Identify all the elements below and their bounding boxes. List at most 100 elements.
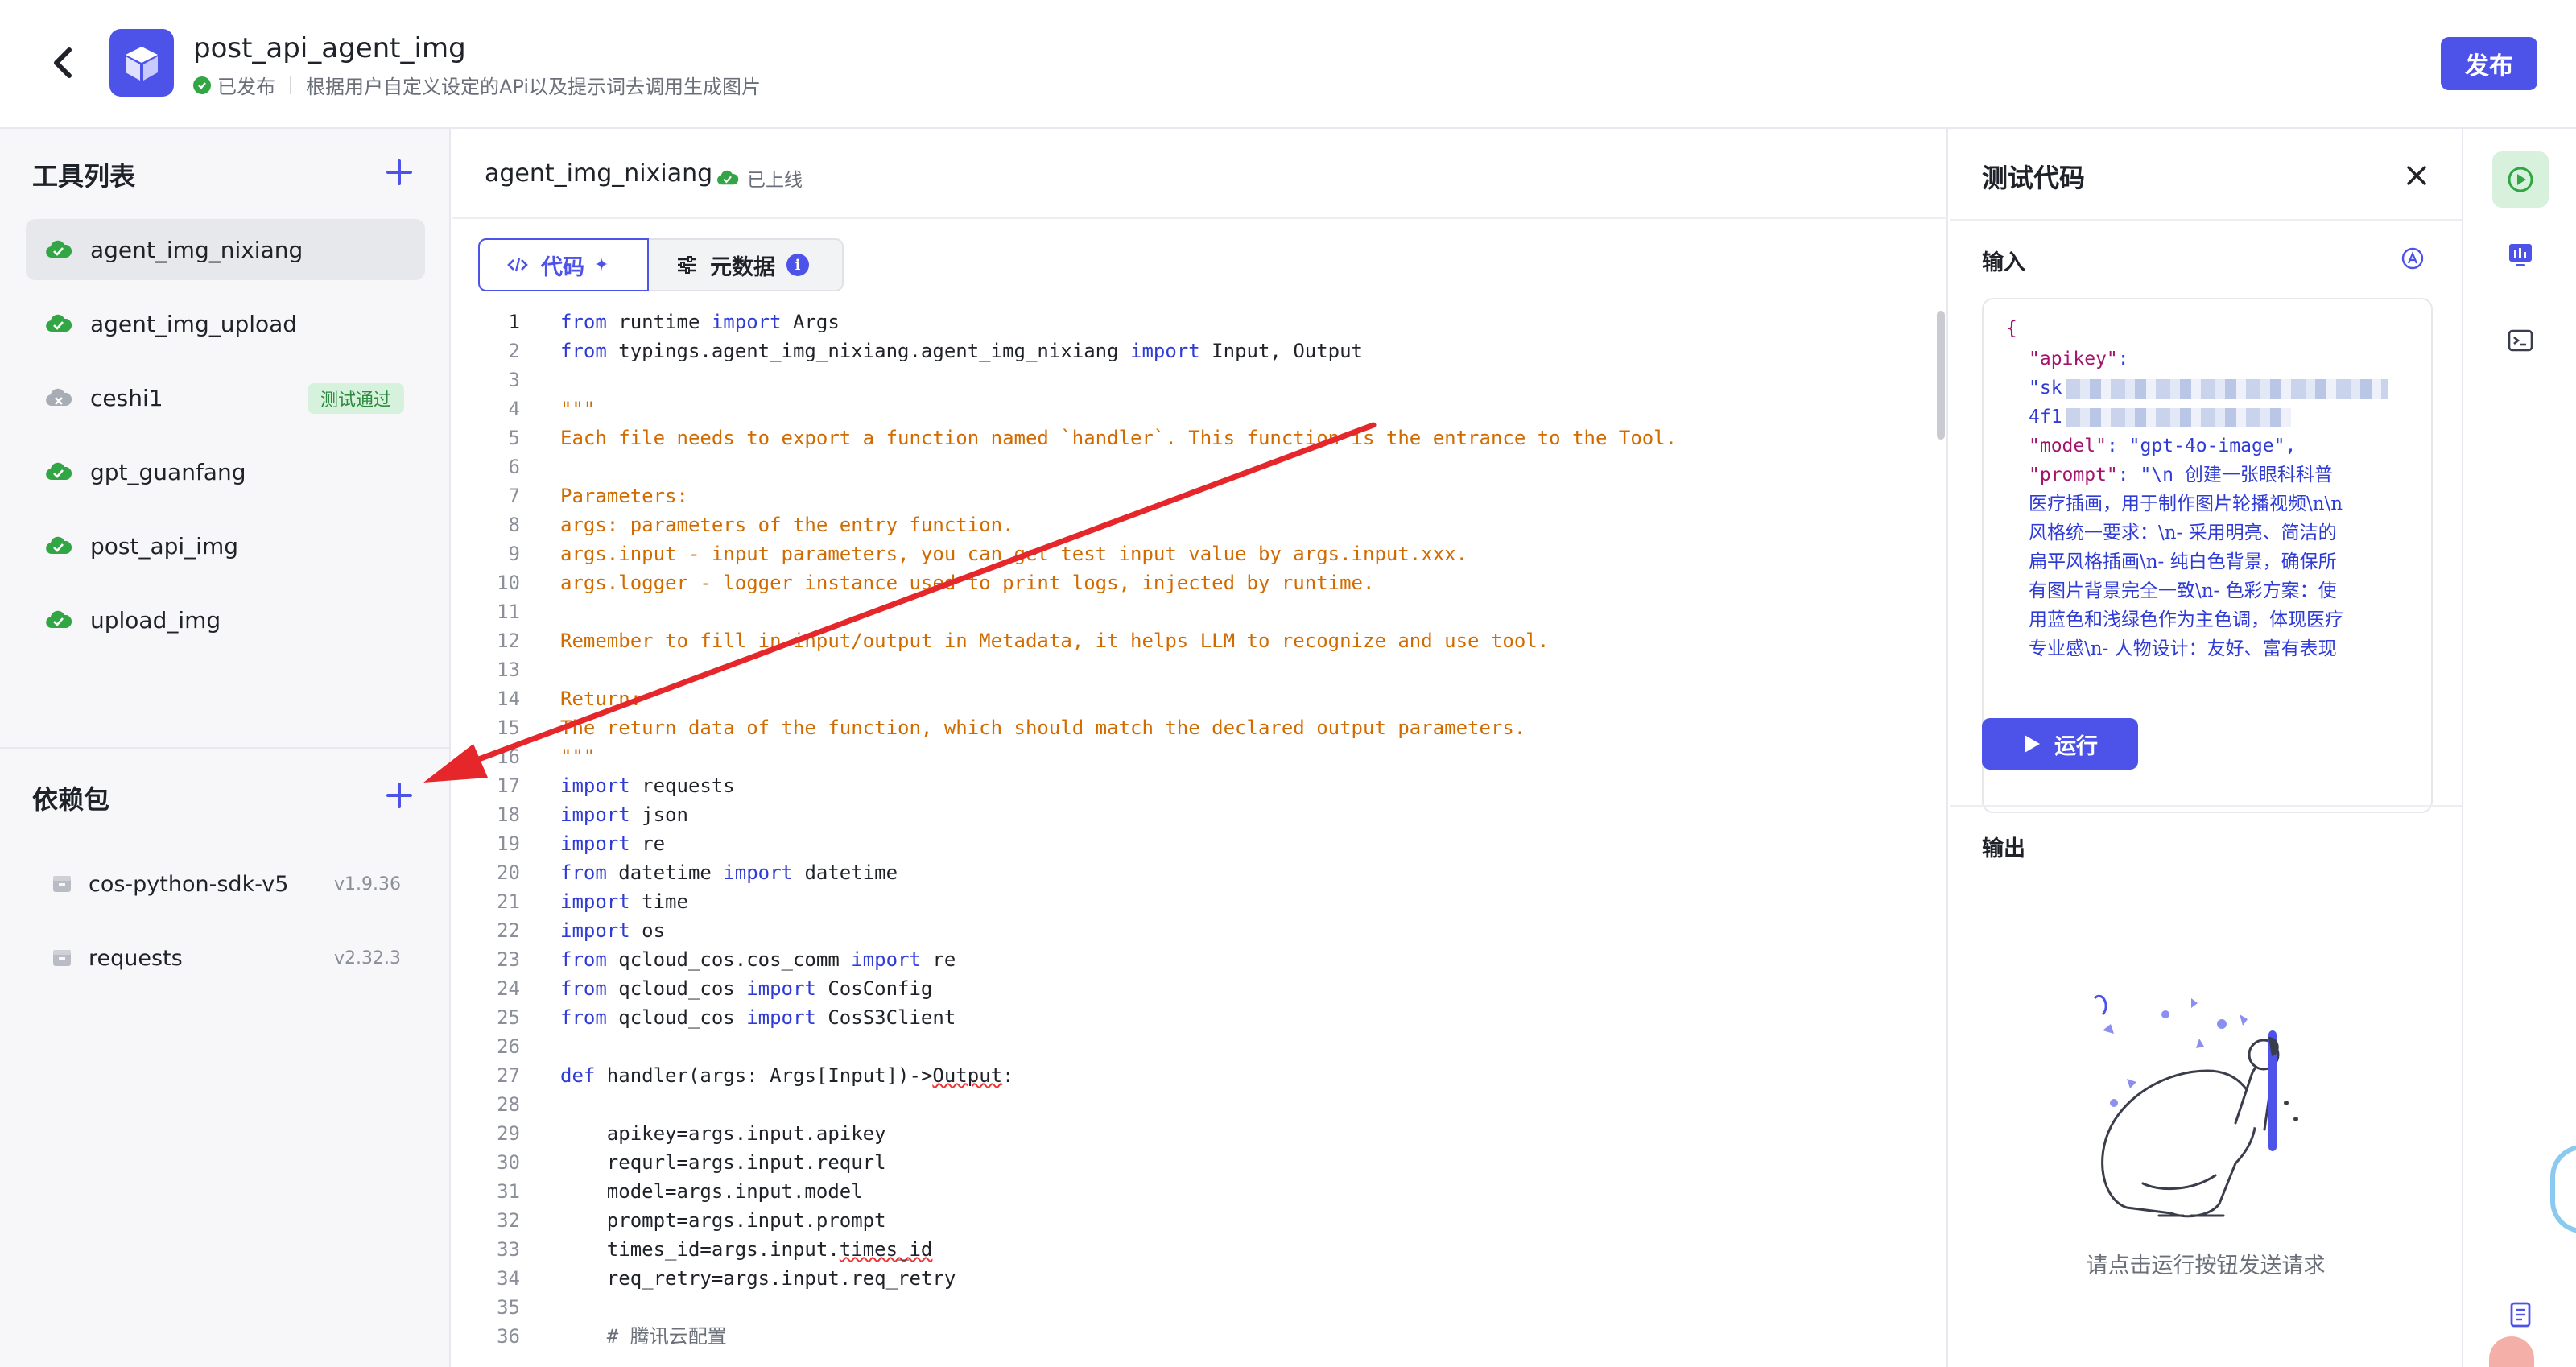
code-line[interactable]: 17 import requests bbox=[452, 771, 1918, 800]
line-number: 31 bbox=[497, 1180, 520, 1203]
json-prompt-text: 有图片背景完全一致\n- 色彩方案：使 bbox=[2029, 580, 2337, 601]
code-line[interactable]: 10 args.logger - logger instance used to … bbox=[452, 568, 1918, 597]
json-value: 4f1 bbox=[2029, 407, 2062, 427]
code-line[interactable]: 3 bbox=[452, 365, 1918, 394]
code-line[interactable]: 32 prompt=args.input.prompt bbox=[452, 1206, 1918, 1235]
code-line[interactable]: 30 requrl=args.input.requrl bbox=[452, 1148, 1918, 1177]
code-line[interactable]: 31 model=args.input.model bbox=[452, 1177, 1918, 1206]
code-line[interactable]: 35 bbox=[452, 1293, 1918, 1322]
code-line[interactable]: 9 args.input - input parameters, you can … bbox=[452, 539, 1918, 568]
tool-item-label: ceshi1 bbox=[90, 384, 163, 411]
plugin-title: post_api_agent_img bbox=[193, 32, 466, 64]
line-number: 5 bbox=[508, 427, 520, 449]
line-number: 11 bbox=[497, 601, 520, 623]
redacted-api-key bbox=[2065, 378, 2388, 399]
code-keyword: import bbox=[560, 832, 630, 855]
empty-state-illustration bbox=[2093, 995, 2298, 1218]
code-line[interactable]: 26 bbox=[452, 1032, 1918, 1061]
code-keyword: import bbox=[560, 890, 630, 913]
tool-item-agent-img-upload[interactable]: agent_img_upload bbox=[26, 293, 425, 354]
code-line[interactable]: 2 from typings.agent_img_nixiang.agent_im… bbox=[452, 337, 1918, 365]
dependency-item[interactable]: requests v2.32.3 bbox=[26, 927, 425, 989]
code-line[interactable]: 22 import os bbox=[452, 916, 1918, 945]
dependency-item[interactable]: cos-python-sdk-v5 v1.9.36 bbox=[26, 853, 425, 915]
code-keyword: from bbox=[560, 977, 607, 1000]
code-line[interactable]: 11 bbox=[452, 597, 1918, 626]
line-number: 15 bbox=[497, 717, 520, 739]
code-text: from runtime import Args bbox=[560, 308, 840, 337]
code-line[interactable]: 25 from qcloud_cos import CosS3Client bbox=[452, 1003, 1918, 1032]
code-line[interactable]: 19 import re bbox=[452, 829, 1918, 858]
code-line[interactable]: 18 import json bbox=[452, 800, 1918, 829]
code-line[interactable]: 24 from qcloud_cos import CosConfig bbox=[452, 974, 1918, 1003]
code-line[interactable]: 15 The return data of the function, which… bbox=[452, 713, 1918, 742]
online-label: 已上线 bbox=[747, 170, 803, 191]
json-prompt-text: 风格统一要求：\n- 采用明亮、简洁的 bbox=[2029, 522, 2337, 543]
tool-item-post-api-img[interactable]: post_api_img bbox=[26, 515, 425, 576]
add-tool-button[interactable] bbox=[383, 156, 415, 188]
code-line[interactable]: 29 apikey=args.input.apikey bbox=[452, 1119, 1918, 1148]
terminal-rail-button[interactable] bbox=[2492, 312, 2549, 369]
code-line[interactable]: 12 Remember to fill in input/output in Me… bbox=[452, 626, 1918, 655]
line-number: 29 bbox=[497, 1122, 520, 1145]
code-token: times_id bbox=[839, 1238, 933, 1261]
code-area[interactable]: 1 from runtime import Args 2 from typings.a… bbox=[452, 308, 1942, 1367]
close-test-panel-button[interactable] bbox=[2401, 159, 2433, 192]
tool-item-ceshi1[interactable]: ceshi1 测试通过 bbox=[26, 367, 425, 428]
code-line[interactable]: 34 req_retry=args.input.req_retry bbox=[452, 1264, 1918, 1293]
code-token: re bbox=[920, 948, 956, 971]
code-text: requrl=args.input.requrl bbox=[560, 1148, 886, 1177]
code-line[interactable]: 14 Return: bbox=[452, 684, 1918, 713]
code-line[interactable]: 21 import time bbox=[452, 887, 1918, 916]
section-divider bbox=[0, 747, 449, 749]
divider bbox=[290, 76, 291, 94]
publish-button[interactable]: 发布 bbox=[2441, 37, 2537, 90]
sparkle-icon: ✦ bbox=[594, 254, 609, 275]
monitor-rail-button[interactable] bbox=[2492, 227, 2549, 283]
code-line[interactable]: 20 from datetime import datetime bbox=[452, 858, 1918, 887]
floating-assistant-icon[interactable] bbox=[2550, 1145, 2576, 1233]
tool-item-agent-img-nixiang[interactable]: agent_img_nixiang bbox=[26, 219, 425, 280]
tab-metadata[interactable]: 元数据 i bbox=[649, 238, 844, 291]
tool-item-label: gpt_guanfang bbox=[90, 458, 246, 485]
code-line[interactable]: 23 from qcloud_cos.cos_comm import re bbox=[452, 945, 1918, 974]
line-number: 4 bbox=[508, 398, 520, 420]
code-keyword: import bbox=[851, 948, 921, 971]
code-line[interactable]: 1 from runtime import Args bbox=[452, 308, 1918, 337]
tool-item-gpt-guanfang[interactable]: gpt_guanfang bbox=[26, 441, 425, 502]
code-line[interactable]: 13 bbox=[452, 655, 1918, 684]
code-line[interactable]: 8 args: parameters of the entry function. bbox=[452, 510, 1918, 539]
dependency-version: v2.32.3 bbox=[334, 948, 401, 968]
tool-item-upload-img[interactable]: upload_img bbox=[26, 589, 425, 650]
code-text: The return data of the function, which s… bbox=[560, 713, 1525, 742]
code-keyword: from bbox=[560, 1006, 607, 1029]
tab-code[interactable]: 代码 ✦ bbox=[478, 238, 649, 291]
code-line[interactable]: 5 Each file needs to export a function na… bbox=[452, 423, 1918, 452]
code-line[interactable]: 4 """ bbox=[452, 394, 1918, 423]
code-line[interactable]: 6 bbox=[452, 452, 1918, 481]
code-line[interactable]: 16 """ bbox=[452, 742, 1918, 771]
code-token: Input, Output bbox=[1199, 340, 1364, 362]
add-dependency-button[interactable] bbox=[383, 779, 415, 812]
docs-rail-button[interactable] bbox=[2492, 1286, 2549, 1343]
editor-scrollbar[interactable] bbox=[1937, 311, 1945, 440]
run-button[interactable]: 运行 bbox=[1982, 718, 2138, 770]
run-test-rail-button[interactable] bbox=[2492, 151, 2549, 208]
plus-icon bbox=[386, 159, 412, 185]
code-line[interactable]: 28 bbox=[452, 1090, 1918, 1119]
package-icon bbox=[52, 873, 72, 894]
book-icon bbox=[2510, 1302, 2531, 1328]
info-icon[interactable]: i bbox=[786, 254, 809, 276]
code-line[interactable]: 27 def handler(args: Args[Input])->Output… bbox=[452, 1061, 1918, 1090]
auto-fill-icon[interactable] bbox=[2401, 246, 2425, 271]
code-line[interactable]: 7 Parameters: bbox=[452, 481, 1918, 510]
code-text: from qcloud_cos.cos_comm import re bbox=[560, 945, 956, 974]
line-number: 23 bbox=[497, 948, 520, 971]
dependency-name: cos-python-sdk-v5 bbox=[89, 871, 289, 897]
back-button[interactable] bbox=[45, 42, 80, 84]
code-line[interactable]: 36 # 腾讯云配置 bbox=[452, 1322, 1918, 1351]
line-number: 16 bbox=[497, 745, 520, 768]
code-editor-panel: agent_img_nixiang 已上线 代码 ✦ 元数据 i 1 from r… bbox=[452, 129, 1948, 1367]
code-line[interactable]: 33 times_id=args.input.times_id bbox=[452, 1235, 1918, 1264]
code-token: apikey=args.input.apikey bbox=[560, 1122, 886, 1145]
